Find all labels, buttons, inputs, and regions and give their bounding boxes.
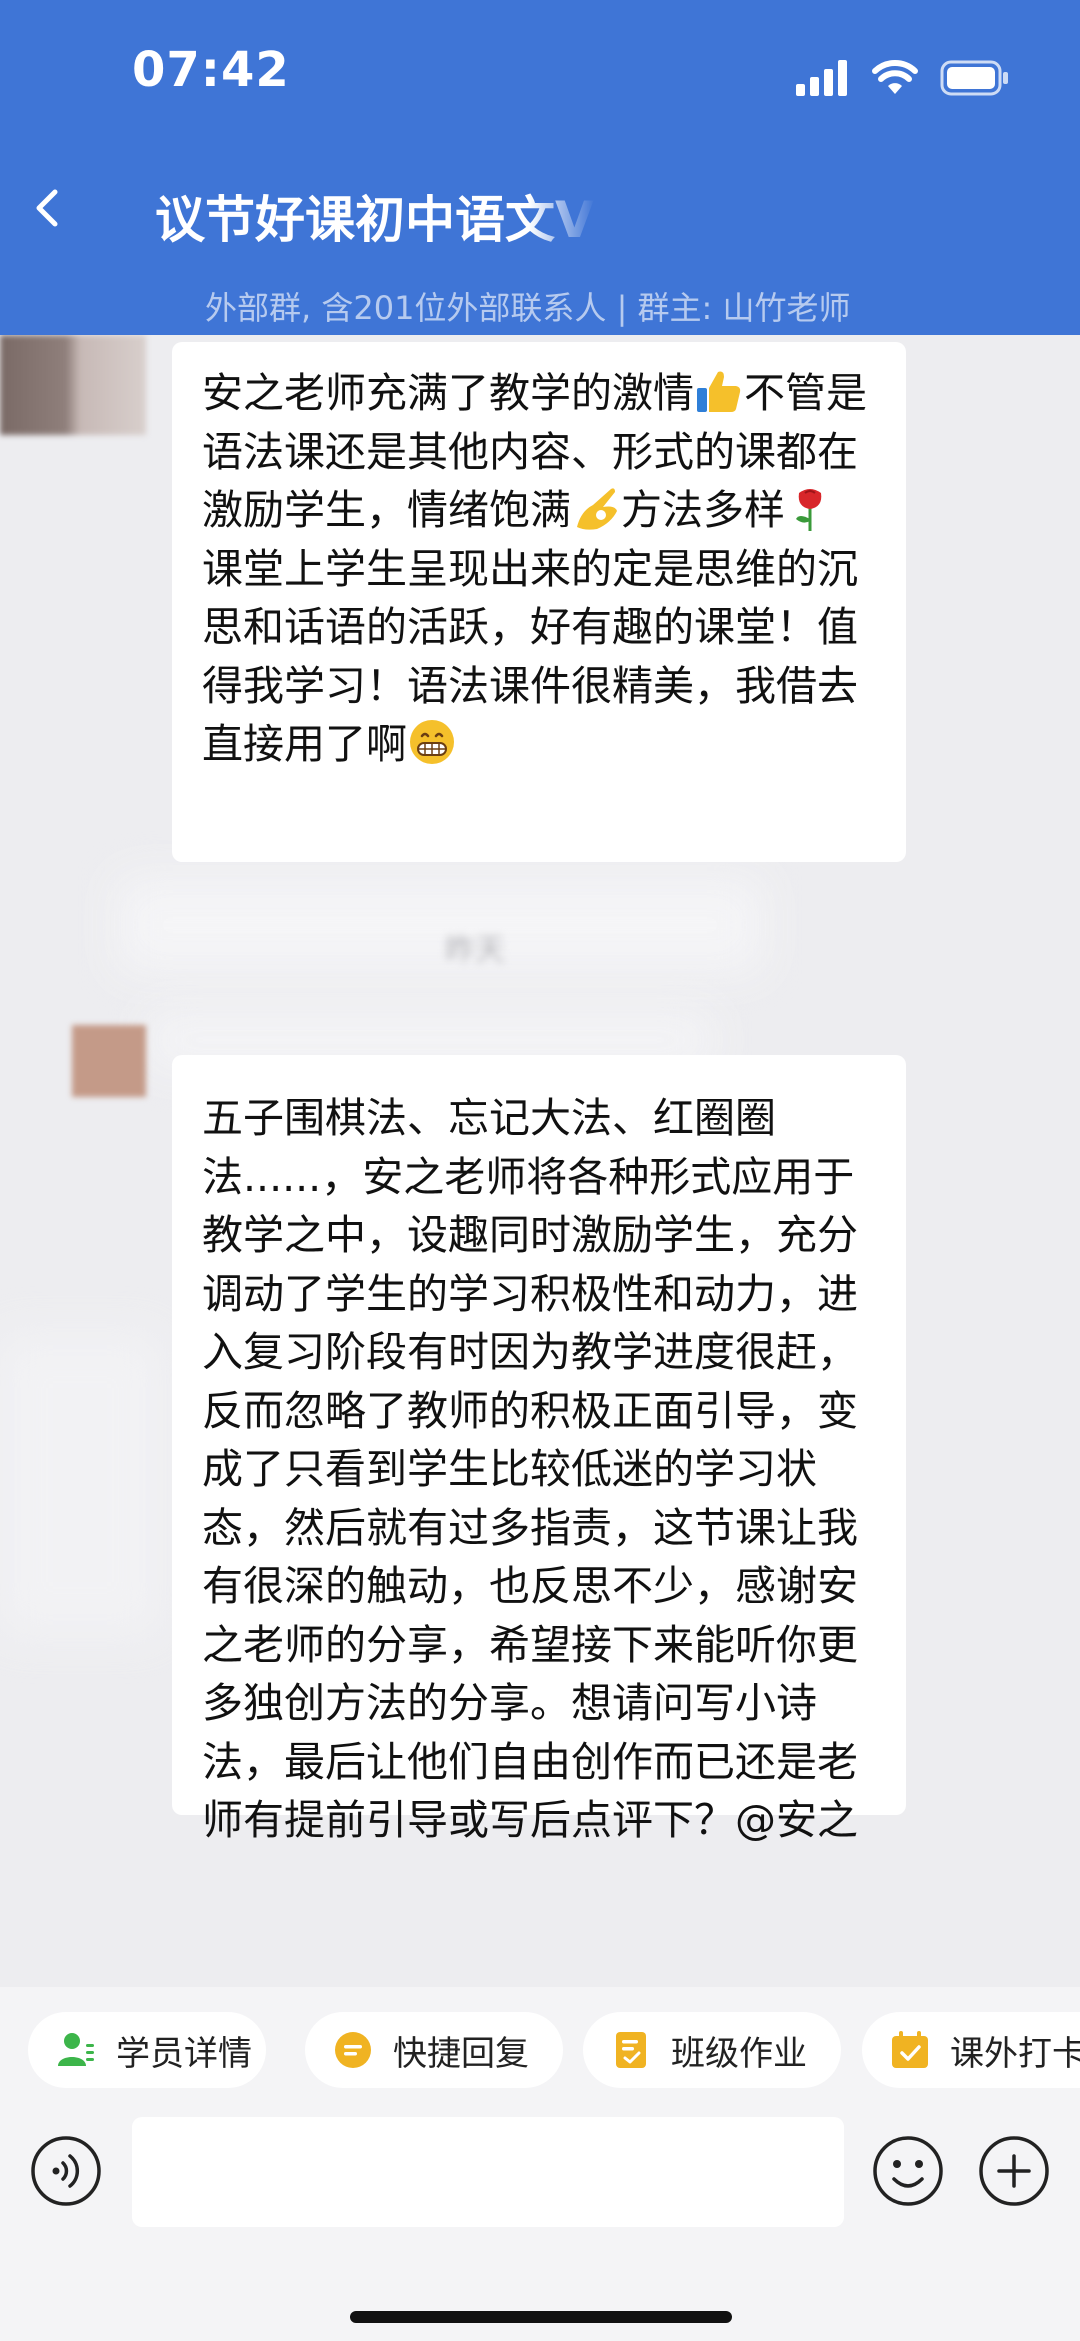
checkin-button[interactable]: 课外打卡 bbox=[862, 2012, 1080, 2088]
emoji-icon[interactable] bbox=[872, 2135, 944, 2207]
message-bubble[interactable]: 五子围棋法、忘记大法、红圈圈法......，安之老师将各种形式应用于教学之中，设… bbox=[172, 1055, 906, 1844]
chat-subtitle[interactable]: 外部群, 含201位外部联系人 | 群主: 山竹老师 bbox=[205, 283, 851, 329]
message-list[interactable]: 安之老师充满了教学的激情 不管是语法课还是其他内容、形式的课都在激励学生，情绪饱满… bbox=[0, 335, 1080, 1987]
message-text-segment: 安之老师充满了教学的激情 bbox=[202, 369, 694, 417]
grinning-face-emoji bbox=[407, 717, 457, 767]
message-text-segment: 方法多样 bbox=[621, 486, 785, 534]
chat-header: 07:42 议节好课初中语文VI 外部群, 含201位外部联系人 | 群主: 山… bbox=[0, 0, 1080, 335]
signal-icon bbox=[796, 60, 847, 96]
chat-title: 议节好课初中语文VI bbox=[155, 191, 595, 249]
message-text-segment: 五子围棋法、忘记大法、红圈圈法......，安之老师将各种形式应用于教学之中，设… bbox=[202, 1094, 858, 1844]
message-bubble[interactable]: 安之老师充满了教学的激情 不管是语法课还是其他内容、形式的课都在激励学生，情绪饱满… bbox=[172, 342, 906, 862]
avatar[interactable] bbox=[72, 1025, 146, 1097]
battery-icon bbox=[940, 60, 1008, 96]
message-text: 安之老师充满了教学的激情 不管是语法课还是其他内容、形式的课都在激励学生，情绪饱满… bbox=[202, 364, 872, 774]
homework-icon bbox=[616, 2032, 646, 2068]
chip-label: 课外打卡 bbox=[950, 2033, 1080, 2074]
status-time: 07:42 bbox=[132, 42, 290, 98]
home-indicator[interactable] bbox=[350, 2311, 732, 2323]
thumbs-up-emoji bbox=[694, 366, 744, 416]
chip-label: 快捷回复 bbox=[393, 2033, 529, 2074]
checkin-icon bbox=[892, 2031, 928, 2068]
student-detail-button[interactable]: 学员详情 bbox=[28, 2012, 266, 2088]
message-text-segment: 课堂上学生呈现出来的定是思维的沉思和话语的活跃，好有趣的课堂！值得我学习！语法课… bbox=[202, 544, 858, 769]
message-text: 五子围棋法、忘记大法、红圈圈法......，安之老师将各种形式应用于教学之中，设… bbox=[202, 1089, 872, 1850]
rose-emoji bbox=[785, 483, 835, 533]
chip-label: 学员详情 bbox=[116, 2033, 252, 2074]
back-arrow-icon[interactable] bbox=[22, 178, 72, 238]
blurred-region bbox=[0, 1335, 160, 1635]
chip-label: 班级作业 bbox=[671, 2033, 807, 2074]
message-input[interactable] bbox=[132, 2117, 844, 2227]
wifi-icon bbox=[872, 60, 918, 94]
message-timestamp: 昨天 bbox=[445, 933, 505, 968]
input-bar bbox=[0, 2117, 1080, 2341]
ok-hand-emoji bbox=[571, 483, 621, 533]
quick-reply-button[interactable]: 快捷回复 bbox=[305, 2012, 563, 2088]
plus-icon[interactable] bbox=[978, 2135, 1050, 2207]
blurred-region bbox=[120, 880, 760, 970]
quick-action-bar: 学员详情 快捷回复 班级作业 课外打卡 bbox=[0, 1987, 1080, 2117]
avatar[interactable] bbox=[0, 335, 146, 435]
quick-reply-icon bbox=[335, 2032, 371, 2068]
class-homework-button[interactable]: 班级作业 bbox=[583, 2012, 841, 2088]
voice-input-icon[interactable] bbox=[30, 2135, 102, 2207]
status-icons bbox=[796, 58, 1010, 98]
student-detail-icon bbox=[58, 2033, 94, 2066]
